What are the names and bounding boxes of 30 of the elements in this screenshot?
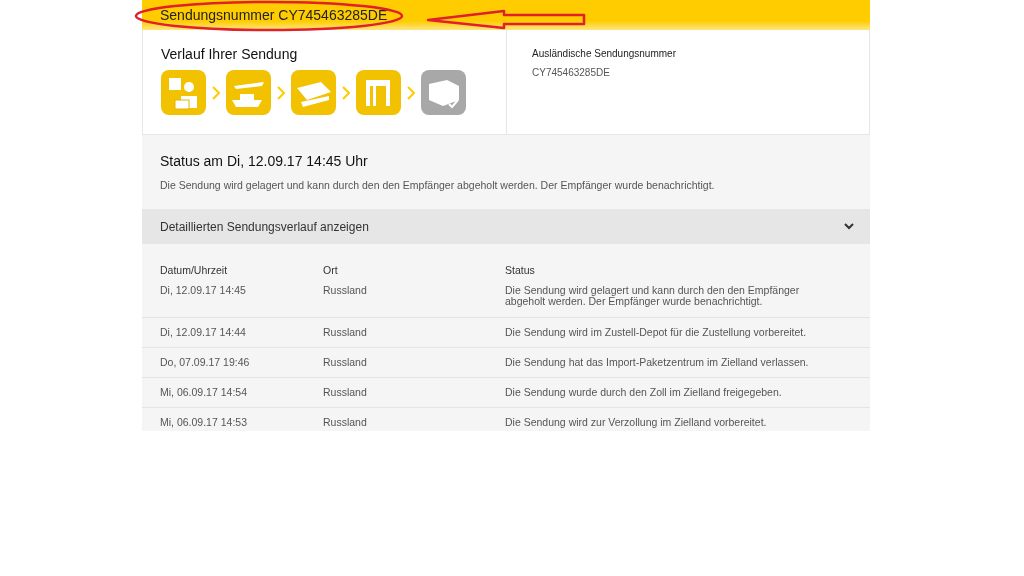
shipment-number: Sendungsnummer CY745463285DE [160, 7, 388, 23]
progress-title: Verlauf Ihrer Sendung [161, 46, 299, 62]
chevron-icon [407, 85, 415, 100]
chevron-icon [277, 85, 285, 100]
table-cell-text: Russland [323, 385, 368, 400]
table-cell-text: Die Sendung wurde durch den Zoll im Zielland freigegeben. [505, 385, 783, 400]
status-text: Die Sendung wird gelagert und kann durch den den Empfänger abgeholt werden. Der Empfänger wurde benachrichtigt. [160, 179, 716, 191]
details-toggle[interactable]: Detaillierten Sendungsverlauf anzeigen [142, 209, 870, 244]
column-header: Datum/Uhrzeit [160, 264, 229, 276]
table-cell-text: Russland [323, 355, 368, 370]
column-header: Ort [323, 264, 339, 276]
table-cell-text: Russland [323, 415, 368, 430]
table-cell-text: Die Sendung wird im Zustell-Depot für die Zustellung vorbereitet. [505, 325, 808, 340]
table-cell-text: Mi, 06.09.17 14:54 [160, 385, 248, 400]
foreign-number-value: CY745463285DE [532, 67, 611, 78]
table-cell-text: Russland [323, 283, 368, 298]
table-cell-text: Do, 07.09.17 19:46 [160, 355, 251, 370]
table-cell-text: Di, 12.09.17 14:44 [160, 325, 247, 340]
status-title: Status am Di, 12.09.17 14:45 Uhr [160, 153, 369, 169]
table-cell-text: Di, 12.09.17 14:45 [160, 283, 247, 298]
chevron-down-icon [844, 223, 854, 230]
table-cell-text: Die Sendung wird zur Verzollung im Zielland vorbereitet. [505, 415, 768, 430]
table-cell-text: Die Sendung wird gelagert und kann durch den den Empfänger abgeholt werden. Der Empfänger wurde benachrichtigt. [505, 283, 801, 309]
table-cell-text: Die Sendung hat das Import-Paketzentrum im Zielland verlassen. [505, 355, 810, 370]
column-header: Status [505, 264, 536, 276]
table-cell-text: Russland [323, 325, 368, 340]
table-cell-text: Mi, 06.09.17 14:53 [160, 415, 248, 430]
chevron-icon [342, 85, 350, 100]
chevron-icon [212, 85, 220, 100]
foreign-number-label: Ausländische Sendungsnummer [532, 48, 676, 59]
